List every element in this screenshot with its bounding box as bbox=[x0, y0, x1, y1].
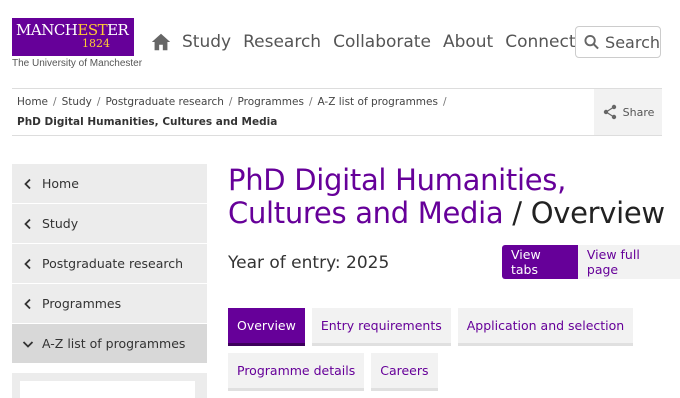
breadcrumb-separator: / bbox=[442, 96, 447, 108]
sidebar-item-label: Study bbox=[42, 216, 79, 231]
page-title: PhD Digital Humanities, Cultures and Med… bbox=[228, 163, 665, 230]
sidebar-item-home[interactable]: Home bbox=[12, 164, 207, 203]
chevron-left-icon bbox=[24, 298, 31, 309]
main-nav: Study Research Collaborate About Connect bbox=[150, 30, 588, 54]
chevron-left-icon bbox=[24, 218, 31, 229]
tab-overview[interactable]: Overview bbox=[228, 308, 305, 346]
sidebar-item-label: A-Z list of programmes bbox=[42, 336, 186, 351]
tab-row: Programme details Careers bbox=[228, 353, 445, 391]
sidebar-subpanel bbox=[12, 373, 207, 398]
sidebar-item-postgraduate-research[interactable]: Postgraduate research bbox=[12, 244, 207, 283]
nav-about[interactable]: About bbox=[443, 30, 493, 54]
sidebar-item-az-list[interactable]: A-Z list of programmes bbox=[12, 324, 207, 363]
breadcrumb-home[interactable]: Home bbox=[17, 96, 48, 108]
search-button[interactable]: Search bbox=[575, 26, 661, 58]
chevron-left-icon bbox=[24, 178, 31, 189]
year-of-entry: Year of entry: 2025 bbox=[228, 253, 390, 273]
tab-entry-requirements[interactable]: Entry requirements bbox=[311, 308, 451, 346]
side-nav: Home Study Postgraduate research Program… bbox=[12, 164, 207, 398]
view-tabs-button[interactable]: View tabs bbox=[502, 245, 578, 279]
sidebar-item-label: Home bbox=[42, 176, 79, 191]
breadcrumb-separator: / bbox=[53, 96, 57, 108]
share-icon bbox=[603, 104, 616, 120]
breadcrumb-az-list[interactable]: A-Z list of programmes bbox=[317, 96, 437, 108]
sidebar-item-programmes[interactable]: Programmes bbox=[12, 284, 207, 323]
breadcrumb-bar: Home / Study / Postgraduate research / Program… bbox=[12, 88, 662, 136]
breadcrumb: Home / Study / Postgraduate research / Program… bbox=[17, 96, 452, 108]
breadcrumb-separator: / bbox=[228, 96, 233, 108]
chevron-left-icon bbox=[24, 258, 31, 269]
share-button[interactable]: Share bbox=[594, 89, 662, 135]
breadcrumb-current: PhD Digital Humanities, Cultures and Med… bbox=[17, 116, 278, 128]
logo-year: 1824 bbox=[82, 37, 110, 50]
tab-application-and-selection[interactable]: Application and selection bbox=[457, 308, 634, 346]
sidebar-subpanel-inner bbox=[20, 381, 195, 398]
nav-research[interactable]: Research bbox=[243, 30, 321, 54]
search-label: Search bbox=[605, 32, 660, 52]
search-icon bbox=[584, 34, 599, 50]
tab-row: Overview Entry requirements Application … bbox=[228, 308, 640, 346]
chevron-down-icon bbox=[22, 340, 34, 348]
view-toggle: View tabs View full page bbox=[502, 245, 680, 279]
breadcrumb-separator: / bbox=[308, 96, 313, 108]
nav-collaborate[interactable]: Collaborate bbox=[333, 30, 431, 54]
tab-programme-details[interactable]: Programme details bbox=[228, 353, 365, 391]
tab-careers[interactable]: Careers bbox=[371, 353, 438, 391]
logo-mark: MANCHESTER 1824 bbox=[12, 18, 134, 56]
sidebar-item-study[interactable]: Study bbox=[12, 204, 207, 243]
sidebar-item-label: Programmes bbox=[42, 296, 122, 311]
view-full-page-button[interactable]: View full page bbox=[577, 245, 680, 279]
breadcrumb-programmes[interactable]: Programmes bbox=[237, 96, 303, 108]
share-label: Share bbox=[622, 105, 655, 119]
logo-wordmark: MANCHESTER bbox=[16, 21, 129, 39]
breadcrumb-study[interactable]: Study bbox=[62, 96, 92, 108]
breadcrumb-separator: / bbox=[96, 96, 101, 108]
breadcrumb-postgraduate-research[interactable]: Postgraduate research bbox=[105, 96, 223, 108]
sidebar-item-label: Postgraduate research bbox=[42, 256, 184, 271]
logo-subtitle: The University of Manchester bbox=[12, 58, 143, 69]
nav-study[interactable]: Study bbox=[182, 30, 231, 54]
home-icon[interactable] bbox=[150, 31, 172, 53]
nav-connect[interactable]: Connect bbox=[505, 30, 575, 54]
university-logo[interactable]: MANCHESTER 1824 The University of Manche… bbox=[12, 18, 143, 69]
